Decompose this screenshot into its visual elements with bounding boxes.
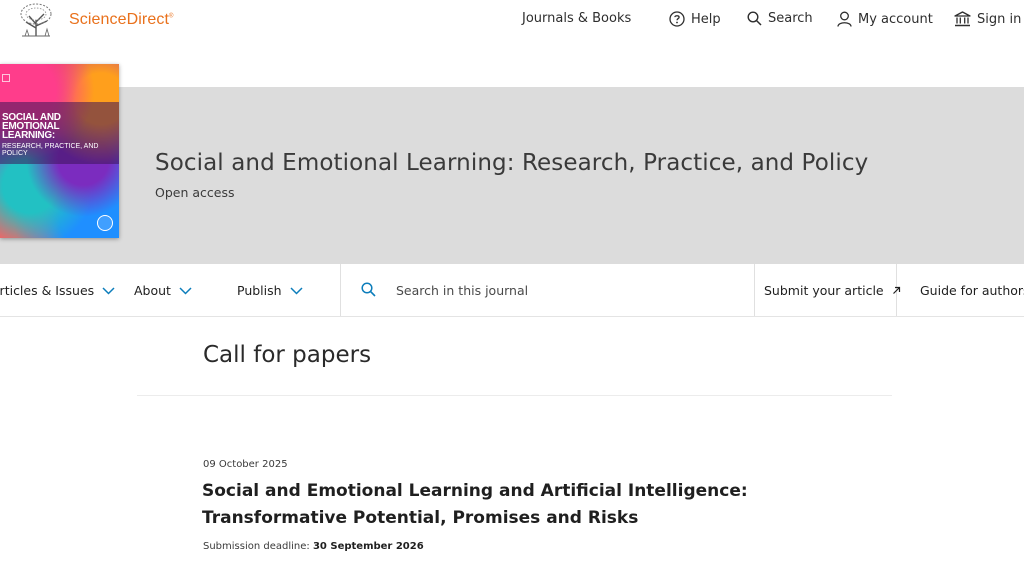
elsevier-tree-icon[interactable]: [16, 2, 56, 38]
brand-mark: ®: [169, 13, 174, 20]
open-access-label: Open access: [155, 185, 235, 200]
search-label: Search: [768, 11, 813, 26]
submission-deadline: Submission deadline: 30 September 2026: [203, 541, 424, 552]
about-menu[interactable]: About: [134, 283, 192, 298]
guide-for-authors-link[interactable]: Guide for authors: [920, 283, 1024, 298]
user-icon: [837, 11, 852, 27]
top-header: ScienceDirect® Journals & Books Help Sea…: [0, 0, 1024, 42]
my-account-link[interactable]: My account: [837, 11, 933, 27]
search-link[interactable]: Search: [747, 11, 813, 26]
section-divider: [137, 395, 892, 396]
call-title-link[interactable]: Social and Emotional Learning and Artifi…: [202, 478, 882, 532]
call-date: 09 October 2025: [203, 459, 288, 470]
submit-article-link[interactable]: Submit your article: [764, 283, 901, 298]
subnav-divider: [340, 264, 341, 316]
articles-issues-menu[interactable]: Articles & Issues: [0, 283, 115, 298]
chevron-down-icon: [102, 286, 115, 295]
sign-in-link[interactable]: Sign in: [954, 11, 1021, 27]
help-icon: [669, 11, 685, 27]
external-arrow-icon: [892, 286, 900, 294]
cover-title: Social and Emotional Learning:: [2, 112, 61, 141]
deadline-label: Submission deadline:: [203, 541, 310, 552]
search-icon: [747, 11, 762, 26]
journal-search-icon[interactable]: [361, 282, 376, 297]
journal-title[interactable]: Social and Emotional Learning: Research,…: [155, 150, 868, 176]
journals-books-link[interactable]: Journals & Books: [522, 11, 631, 26]
deadline-value: 30 September 2026: [312, 541, 424, 552]
chevron-down-icon: [179, 286, 192, 295]
subnav-divider: [754, 264, 755, 316]
publish-label: Publish: [237, 283, 282, 298]
guide-for-authors-label: Guide for authors: [920, 283, 1024, 298]
call-for-papers-heading: Call for papers: [203, 342, 372, 368]
publish-menu[interactable]: Publish: [237, 283, 303, 298]
sign-in-label: Sign in: [977, 11, 1022, 27]
about-label: About: [134, 283, 171, 298]
journals-books-label: Journals & Books: [522, 11, 632, 26]
help-label: Help: [691, 11, 721, 27]
articles-issues-label: Articles & Issues: [0, 283, 95, 298]
journal-cover-image[interactable]: Social and Emotional Learning: Research,…: [0, 64, 119, 238]
my-account-label: My account: [858, 11, 933, 27]
brand-logo-text[interactable]: ScienceDirect®: [69, 11, 174, 29]
journal-search-input[interactable]: [390, 279, 740, 301]
publisher-mark-icon: [2, 74, 10, 82]
brand-name: ScienceDirect: [69, 11, 170, 28]
chevron-down-icon: [290, 286, 303, 295]
cover-subtitle: Research, Practice, and Policy: [2, 143, 99, 157]
society-seal-icon: [97, 215, 113, 231]
help-link[interactable]: Help: [669, 11, 721, 27]
submit-article-label: Submit your article: [764, 283, 884, 298]
institution-icon: [954, 11, 971, 27]
